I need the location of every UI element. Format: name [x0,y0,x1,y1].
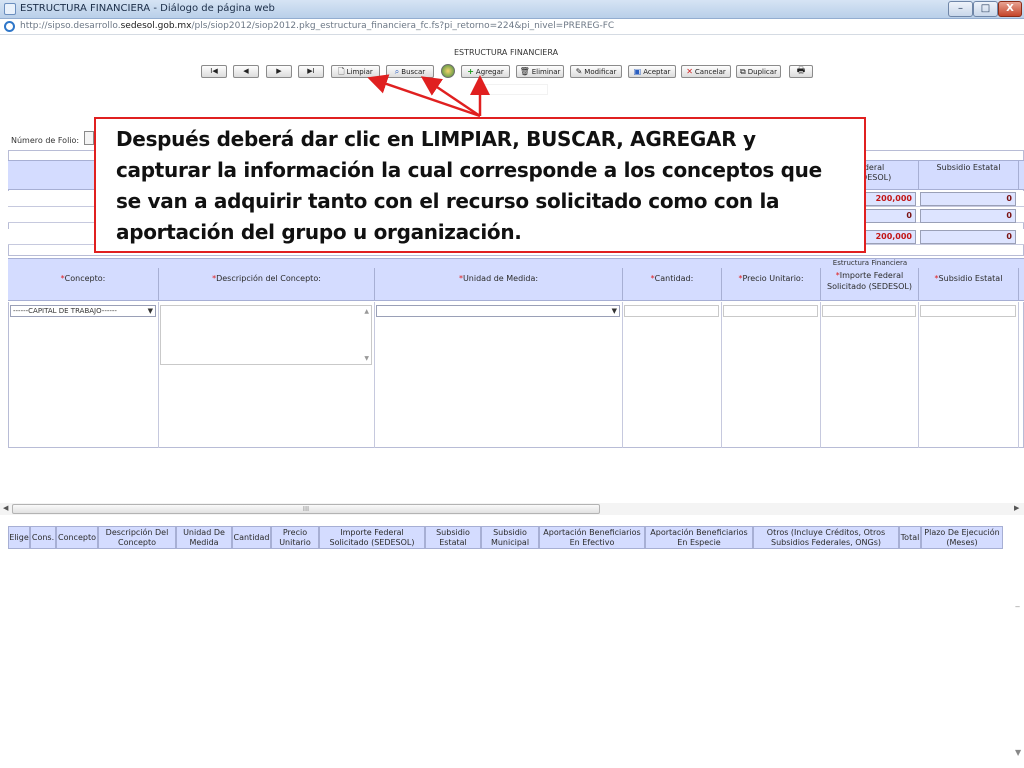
column-divider [721,302,722,448]
header-cantidad: *Cantidad: [622,268,721,301]
url-text: http://sipso.desarrollo.sedesol.gob.mx/p… [20,21,615,31]
header-more [1018,268,1024,301]
modificar-button[interactable]: ✎ Modificar [570,65,622,78]
save-icon: ▣ [633,67,642,76]
limpiar-button[interactable]: 🗋 Limpiar [331,65,380,78]
header-concepto: *Concepto: [60,274,106,283]
concepto-select[interactable]: ------CAPITAL DE TRABAJO------ ▼ [10,305,156,317]
scroll-left-icon[interactable]: ◀ [3,504,8,512]
page-title: ESTRUCTURA FINANCIERA [453,48,559,57]
print-button[interactable]: 🖶 [789,65,813,78]
arrow-to-buscar [420,76,481,118]
scroll-up-icon: ▲ [364,308,369,315]
records-header-cell: Concepto [56,526,98,549]
browser-icon [4,21,15,32]
toolbar-status-field [481,84,548,95]
instruction-text: Después deberá dar clic en LIMPIAR, BUSC… [116,127,822,244]
records-header-cell: Aportación Beneficiarios En Especie [645,526,753,549]
summary-estatal-value: 0 [920,209,1016,223]
records-header-cell: Descripción Del Concepto [98,526,176,549]
subsidio-estatal-input[interactable] [920,305,1016,317]
previous-record-button[interactable]: ◀ [233,65,259,78]
precio-unitario-input[interactable] [723,305,818,317]
duplicar-button[interactable]: ⧉ Duplicar [736,65,781,78]
window-title: ESTRUCTURA FINANCIERA - Diálogo de págin… [20,3,275,14]
records-header-cell: Importe Federal Solicitado (SEDESOL) [319,526,425,549]
scroll-down-icon: ▼ [364,355,369,362]
minimize-button[interactable]: – [948,1,973,17]
importe-federal-input[interactable] [822,305,916,317]
records-header-cell: Subsidio Estatal [425,526,481,549]
edit-icon: ✎ [575,67,583,76]
seal-icon [441,64,455,78]
records-header-cell: Otros (Incluye Créditos, Otros Subsidios… [753,526,899,549]
summary-header-estatal: Subsidio Estatal [918,160,1018,190]
scroll-thumb[interactable]: III [12,504,600,514]
header-unidad-medida: *Unidad de Medida: [374,268,622,301]
column-divider [820,302,821,448]
arrow-to-limpiar [367,74,481,118]
column-divider [622,302,623,448]
summary-estatal-value: 0 [920,192,1016,206]
trash-icon: 🗑 [519,67,530,76]
search-icon: ⌕ [394,67,400,76]
agregar-button[interactable]: + Agregar [461,65,510,78]
eliminar-button[interactable]: 🗑 Eliminar [516,65,564,78]
dialog-icon [4,3,16,15]
records-header-cell: Cons. [30,526,56,549]
summary-header-more [1018,160,1024,190]
chevron-down-icon: ▼ [611,307,617,315]
column-divider [374,302,375,448]
unidad-medida-select[interactable]: ▼ [376,305,620,317]
chevron-down-icon: ▼ [147,307,153,315]
close-button[interactable]: X [998,1,1022,17]
records-header-cell: Elige [8,526,30,549]
last-record-button[interactable]: ▶I [298,65,324,78]
next-record-button[interactable]: ▶ [266,65,292,78]
records-header-cell: Total [899,526,921,549]
scroll-down-icon[interactable]: ▼ [1015,748,1021,757]
summary-estatal-value: 0 [920,230,1016,244]
cancel-icon: ✕ [686,67,693,76]
estructura-financiera-label: Estructura Financiera [832,259,908,267]
cancelar-button[interactable]: ✕ Cancelar [681,65,731,78]
horizontal-scrollbar[interactable]: ◀ III ▶ [0,503,1024,515]
first-record-button[interactable]: I◀ [201,65,227,78]
maximize-button[interactable]: □ [973,1,998,17]
records-header-cell: Precio Unitario [271,526,319,549]
window-title-bar: ESTRUCTURA FINANCIERA - Diálogo de págin… [0,0,1024,19]
folio-input[interactable] [84,131,94,145]
copy-icon: ⧉ [740,67,746,76]
address-bar: http://sipso.desarrollo.sedesol.gob.mx/p… [0,19,1024,35]
plus-icon: + [467,67,474,76]
records-header-cell: Aportación Beneficiarios En Efectivo [539,526,645,549]
records-header-cell: Plazo De Ejecución (Meses) [921,526,1003,549]
folio-label: Número de Folio: [11,136,80,145]
records-header-cell: Subsidio Municipal [481,526,539,549]
cantidad-input[interactable] [624,305,719,317]
printer-icon: 🖶 [796,66,806,76]
column-divider [158,302,159,448]
records-header-cell: Unidad De Medida [176,526,232,549]
page-icon: 🗋 [338,67,345,76]
column-divider [1018,302,1019,448]
scroll-right-icon[interactable]: ▶ [1014,504,1019,512]
header-precio-unitario: *Precio Unitario: [721,268,820,301]
column-divider [918,302,919,448]
aceptar-button[interactable]: ▣ Aceptar [628,65,676,78]
header-importe-federal: *Importe Federal Solicitado (SEDESOL) [820,268,918,301]
records-header-cell: Cantidad [232,526,271,549]
header-subsidio-estatal: *Subsidio Estatal [918,268,1018,301]
scroll-marker-icon: ‒ [1015,602,1021,611]
buscar-button[interactable]: ⌕ Buscar [386,65,434,78]
descripcion-textarea[interactable]: ▲ ▼ [160,305,372,365]
header-descripcion: *Descripción del Concepto: [158,268,374,301]
